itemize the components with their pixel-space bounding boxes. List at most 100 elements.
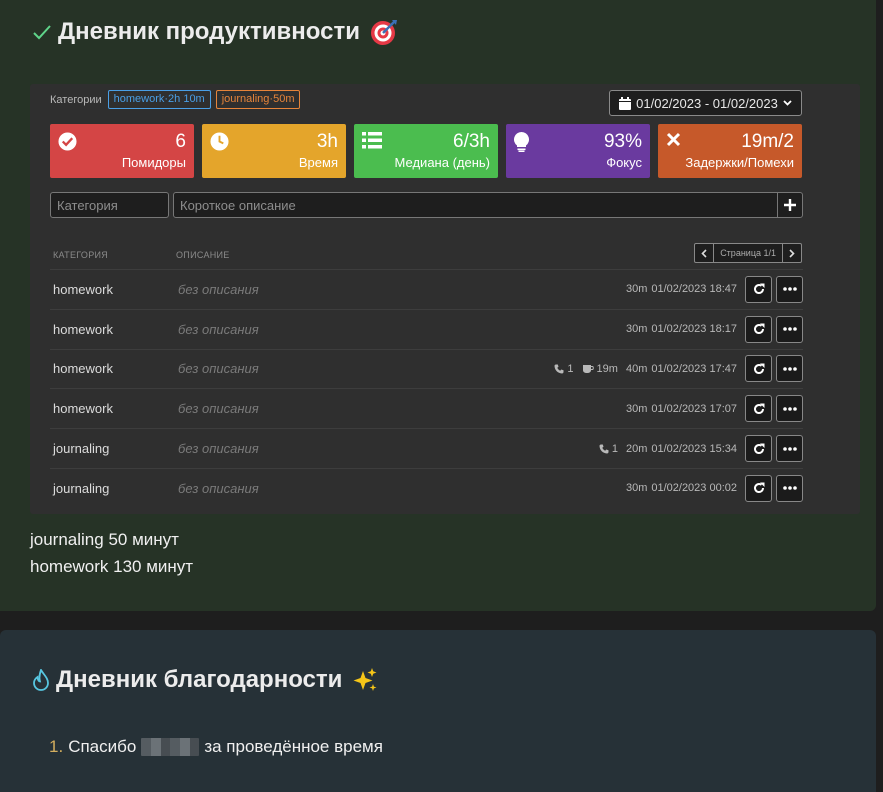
chevron-down-icon — [783, 100, 792, 106]
stats-cards: 6 Помидоры 3h Время 6/3h Медиана (день) … — [50, 124, 802, 178]
restart-button[interactable] — [745, 355, 772, 383]
table-row: homework без описания 1 19m 40m 01/02/2023 17… — [50, 348, 803, 389]
next-page-button[interactable] — [782, 243, 802, 263]
redo-icon — [753, 283, 764, 295]
row-duration: 30m — [625, 323, 648, 336]
phone-icon — [554, 364, 564, 374]
gratitude-title: Дневник благодарности — [56, 666, 343, 693]
redo-icon — [753, 443, 764, 454]
row-meta: 30m 01/02/2023 18:17 — [625, 315, 803, 343]
restart-button[interactable] — [745, 395, 772, 423]
tag-journaling[interactable]: journaling·50m — [215, 90, 301, 109]
sparkles-icon — [353, 668, 377, 691]
row-timestamp: 01/02/2023 17:47 — [651, 362, 737, 375]
ellipsis-icon — [782, 327, 797, 331]
calls-value: 1 — [567, 362, 574, 375]
row-category: journaling — [53, 441, 110, 457]
more-options-button[interactable] — [776, 355, 803, 383]
target-icon — [370, 20, 397, 45]
card-value: 19m/2 — [741, 131, 794, 152]
page-indicator: Страница 1/1 — [714, 243, 782, 263]
row-description[interactable]: без описания — [178, 282, 259, 297]
chevron-left-icon — [701, 248, 707, 258]
row-category: homework — [53, 281, 113, 297]
restart-button[interactable] — [745, 435, 772, 463]
row-description[interactable]: без описания — [178, 361, 259, 376]
check-circle-icon — [58, 132, 77, 151]
row-duration: 30m — [625, 283, 648, 296]
productivity-heading: Дневник продуктивности — [32, 18, 398, 46]
redo-icon — [753, 482, 764, 494]
redo-icon — [753, 363, 764, 374]
row-duration: 20m — [625, 442, 648, 455]
calendar-icon — [619, 96, 632, 110]
summary-line: homework 130 минут — [30, 557, 194, 576]
row-meta: 1 20m 01/02/2023 15:34 — [599, 435, 803, 463]
card-interruptions: 19m/2 Задержки/Помехи — [658, 124, 802, 178]
restart-button[interactable] — [745, 474, 772, 502]
ellipsis-icon — [782, 367, 797, 371]
productivity-title: Дневник продуктивности — [58, 18, 360, 45]
card-label: Медиана (день) — [394, 155, 490, 170]
pagination: Страница 1/1 — [694, 243, 802, 263]
ellipsis-icon — [782, 486, 797, 491]
more-options-button[interactable] — [776, 315, 803, 343]
row-description[interactable]: без описания — [178, 481, 259, 496]
card-label: Время — [298, 155, 338, 170]
gratitude-callout: Дневник благодарности — [0, 630, 876, 792]
card-label: Помидоры — [121, 155, 186, 170]
card-value: 3h — [316, 131, 338, 152]
redo-icon — [753, 403, 764, 414]
row-duration: 30m — [625, 402, 648, 415]
ellipsis-icon — [782, 446, 797, 451]
row-meta: 30m 01/02/2023 00:02 — [626, 474, 803, 502]
ellipsis-icon — [782, 287, 797, 292]
table-row: homework без описания 30m 01/02/2023 17:07 — [50, 388, 803, 428]
prev-page-button[interactable] — [694, 243, 715, 263]
row-category: homework — [53, 401, 113, 417]
list-number: 1. — [49, 737, 64, 756]
phone-icon — [599, 444, 609, 454]
ellipsis-icon — [782, 406, 797, 411]
date-range-value: 01/02/2023 - 01/02/2023 — [636, 95, 778, 111]
row-timestamp: 01/02/2023 18:47 — [651, 283, 737, 296]
table-row: journaling без описания 30m 01/02/2023 00:0… — [50, 467, 803, 508]
row-description[interactable]: без описания — [178, 322, 259, 337]
row-description[interactable]: без описания — [178, 401, 259, 416]
tag-homework[interactable]: homework·2h 10m — [107, 90, 211, 109]
more-options-button[interactable] — [776, 435, 803, 463]
row-meta: 30m 01/02/2023 18:47 — [625, 275, 803, 303]
column-header-description: ОПИСАНИЕ — [176, 250, 230, 260]
table-row: journaling без описания 1 20m 01/02/2023 15:… — [50, 428, 803, 468]
card-value: 6 — [175, 131, 186, 152]
category-input[interactable] — [50, 192, 169, 218]
date-range-picker[interactable]: 01/02/2023 - 01/02/2023 — [609, 90, 802, 116]
entries-table: homework без описания 30m 01/02/2023 18:47 h… — [50, 269, 803, 508]
row-timestamp: 01/02/2023 15:34 — [651, 442, 737, 455]
description-input[interactable] — [173, 192, 778, 218]
add-entry-button[interactable] — [777, 192, 803, 218]
more-options-button[interactable] — [776, 395, 803, 423]
blurred-name — [141, 738, 200, 756]
more-options-button[interactable] — [776, 474, 803, 502]
card-pomodoros: 6 Помидоры — [50, 124, 194, 178]
restart-button[interactable] — [745, 315, 772, 343]
gratitude-text-before: Спасибо — [68, 737, 137, 756]
list-icon — [362, 132, 382, 149]
row-meta: 30m 01/02/2023 17:07 — [625, 395, 803, 423]
more-options-button[interactable] — [776, 275, 803, 303]
categories-label: Категории — [50, 93, 102, 106]
row-description[interactable]: без описания — [178, 441, 259, 456]
coffee-icon — [582, 364, 594, 373]
gratitude-item: 1. Спасибо за проведённое время — [49, 737, 383, 757]
row-timestamp: 01/02/2023 17:07 — [651, 402, 737, 415]
restart-button[interactable] — [745, 275, 772, 303]
x-icon — [666, 132, 681, 147]
row-meta: 1 19m 40m 01/02/2023 17:47 — [554, 355, 803, 383]
row-category: homework — [53, 361, 113, 377]
redo-icon — [753, 323, 764, 335]
calls-count: 1 — [599, 443, 618, 455]
summary-line: journaling 50 минут — [30, 530, 179, 549]
new-entry-form — [50, 192, 803, 218]
productivity-callout: Дневник продуктивности Категории homewor… — [0, 0, 876, 611]
